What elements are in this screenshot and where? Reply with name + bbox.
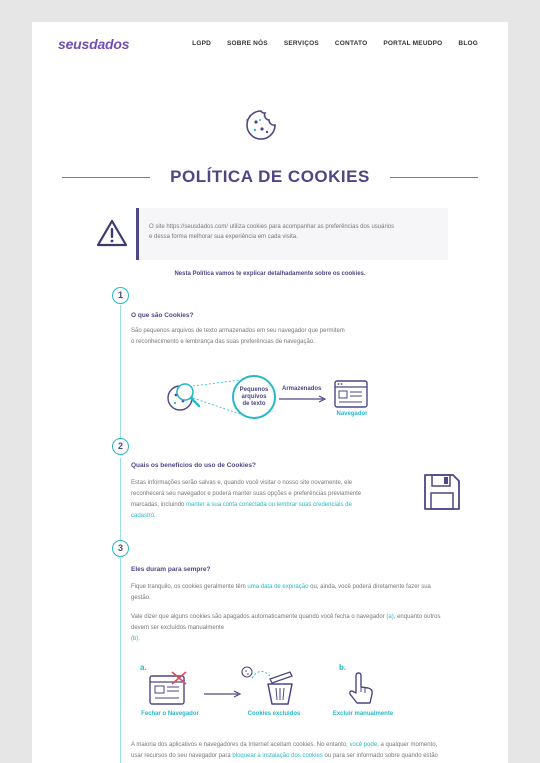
- section-text-1: São pequenos arquivos de texto armazenad…: [131, 326, 451, 348]
- section-3-p2-text-end: , enquanto outros: [393, 614, 441, 620]
- section-title-1: O que são Cookies?: [131, 312, 194, 319]
- footer-line-2-text-end: ou para ser informado sobre quando estão: [322, 753, 438, 759]
- hand-pointer-icon: [349, 672, 373, 704]
- section-text-2: Estas informações serão salvas e, quando…: [131, 478, 451, 522]
- section-number-1: 1: [112, 287, 129, 304]
- menu-item-servicos[interactable]: SERVIÇOS: [284, 40, 319, 47]
- notice-line-1: O site https://seusdados.com/ utiliza co…: [149, 224, 395, 230]
- you-can-link[interactable]: você pode: [349, 742, 377, 748]
- section-3-p1-text-end: ou, ainda, você poderá diretamente fazer…: [308, 584, 431, 590]
- section-1-line-1: São pequenos arquivos de texto armazenad…: [131, 328, 345, 334]
- section-3-p1-text: Fique tranquilo, os cookies geralmente t…: [131, 584, 248, 590]
- expiration-link[interactable]: uma data de expiração: [247, 584, 308, 590]
- section-2-link-end[interactable]: cadastro.: [131, 511, 451, 522]
- section-title-3: Eles duram para sempre?: [131, 566, 211, 573]
- cookie-icon: [246, 110, 276, 140]
- timeline-line-3: [120, 558, 121, 763]
- browser-closed-icon: [149, 671, 187, 705]
- footer-line-2: usar recursos do seu navegador para bloq…: [131, 751, 503, 762]
- section-1-line-2: o reconhecimento e lembrança das suas pr…: [131, 339, 315, 345]
- menu-item-lgpd[interactable]: LGPD: [192, 40, 211, 47]
- section-2-line-3-text: marcadas, incluindo: [131, 502, 187, 508]
- main-menu: LGPD SOBRE NÓS SERVIÇOS CONTATO PORTAL M…: [176, 40, 478, 47]
- footer-line-1-text-end: , a qualquer momento,: [377, 742, 438, 748]
- section-number-3: 3: [112, 540, 129, 557]
- timeline-line-1: [120, 305, 121, 455]
- section-text-3b: Vale dizer que alguns cookies são apagad…: [131, 612, 491, 645]
- footer-line-1-text: A maioria dos aplicativos e navegadores …: [131, 742, 350, 748]
- notice-line-2: e dessa forma melhorar sua experiência e…: [149, 234, 298, 240]
- menu-item-blog[interactable]: BLOG: [458, 40, 478, 47]
- cookies-acceptance-text: A maioria dos aplicativos e navegadores …: [131, 740, 503, 762]
- section-title-2: Quais os benefícios do uso de Cookies?: [131, 462, 256, 469]
- section-text-3a: Fique tranquilo, os cookies geralmente t…: [131, 582, 481, 604]
- section-3-p1-line-2: gestão.: [131, 595, 151, 601]
- label-delete-manually: Excluir manualmente: [332, 711, 394, 717]
- section-3-p2-line-2: devem ser excluídos manualmente: [131, 625, 225, 631]
- label-cookies-deleted: Cookies excluídos: [247, 711, 301, 717]
- section-3-p2-line-1: Vale dizer que alguns cookies são apagad…: [131, 612, 491, 623]
- bubble-label: Pequenos arquivos de texto: [231, 387, 277, 408]
- section-3-p1-line-1: Fique tranquilo, os cookies geralmente t…: [131, 582, 481, 593]
- arrow-label-armazenados: Armazenados: [282, 386, 322, 392]
- block-cookies-link[interactable]: bloquear a instalação dos cookies: [232, 753, 322, 759]
- cookie-notice: O site https://seusdados.com/ utiliza co…: [136, 208, 448, 260]
- arrow-right-icon-2: [204, 690, 242, 698]
- top-navigation: seusdados LGPD SOBRE NÓS SERVIÇOS CONTAT…: [32, 22, 508, 66]
- section-3-p2-text: Vale dizer que alguns cookies são apagad…: [131, 614, 387, 620]
- label-letter-b: b.: [339, 663, 347, 672]
- footer-line-1: A maioria dos aplicativos e navegadores …: [131, 740, 503, 751]
- menu-item-portal-meudpo[interactable]: PORTAL MEUDPO: [383, 40, 442, 47]
- link-a[interactable]: (a): [386, 614, 393, 620]
- title-divider-right: [390, 177, 478, 178]
- section-2-line-3: marcadas, incluindo manter a sua conta c…: [131, 500, 451, 511]
- browser-label: Navegador: [336, 411, 368, 417]
- site-logo[interactable]: seusdados: [58, 36, 130, 52]
- page: seusdados LGPD SOBRE NÓS SERVIÇOS CONTAT…: [32, 22, 508, 763]
- page-title-row: POLÍTICA DE COOKIES: [62, 167, 478, 189]
- label-close-browser: Fechar o Navegador: [141, 711, 199, 717]
- section-number-2: 2: [112, 438, 129, 455]
- bubble-label-line-1: Pequenos: [239, 387, 269, 393]
- trash-can-icon: [241, 666, 293, 705]
- bubble-label-line-3: de texto: [242, 401, 266, 407]
- label-letter-a: a.: [140, 663, 147, 672]
- menu-item-contato[interactable]: CONTATO: [335, 40, 367, 47]
- link-b[interactable]: (b).: [131, 634, 491, 645]
- section-2-link[interactable]: manter a sua conta conectada ou lembrar …: [186, 502, 352, 508]
- floppy-disk-icon: [424, 474, 460, 510]
- bubble-label-line-2: arquivos: [241, 394, 267, 400]
- section-2-line-1: Estas informações serão salvas e, quando…: [131, 480, 353, 486]
- footer-line-2-text: usar recursos do seu navegador para: [131, 753, 233, 759]
- warning-icon: [96, 219, 128, 247]
- menu-item-sobre-nos[interactable]: SOBRE NÓS: [227, 40, 268, 47]
- browser-window-icon: [334, 380, 368, 408]
- arrow-right-icon: [279, 395, 327, 403]
- intro-text: Nesta Política vamos te explicar detalha…: [174, 271, 366, 277]
- section-2-line-2: reconhecerá seu navegador e poderá mante…: [131, 491, 362, 497]
